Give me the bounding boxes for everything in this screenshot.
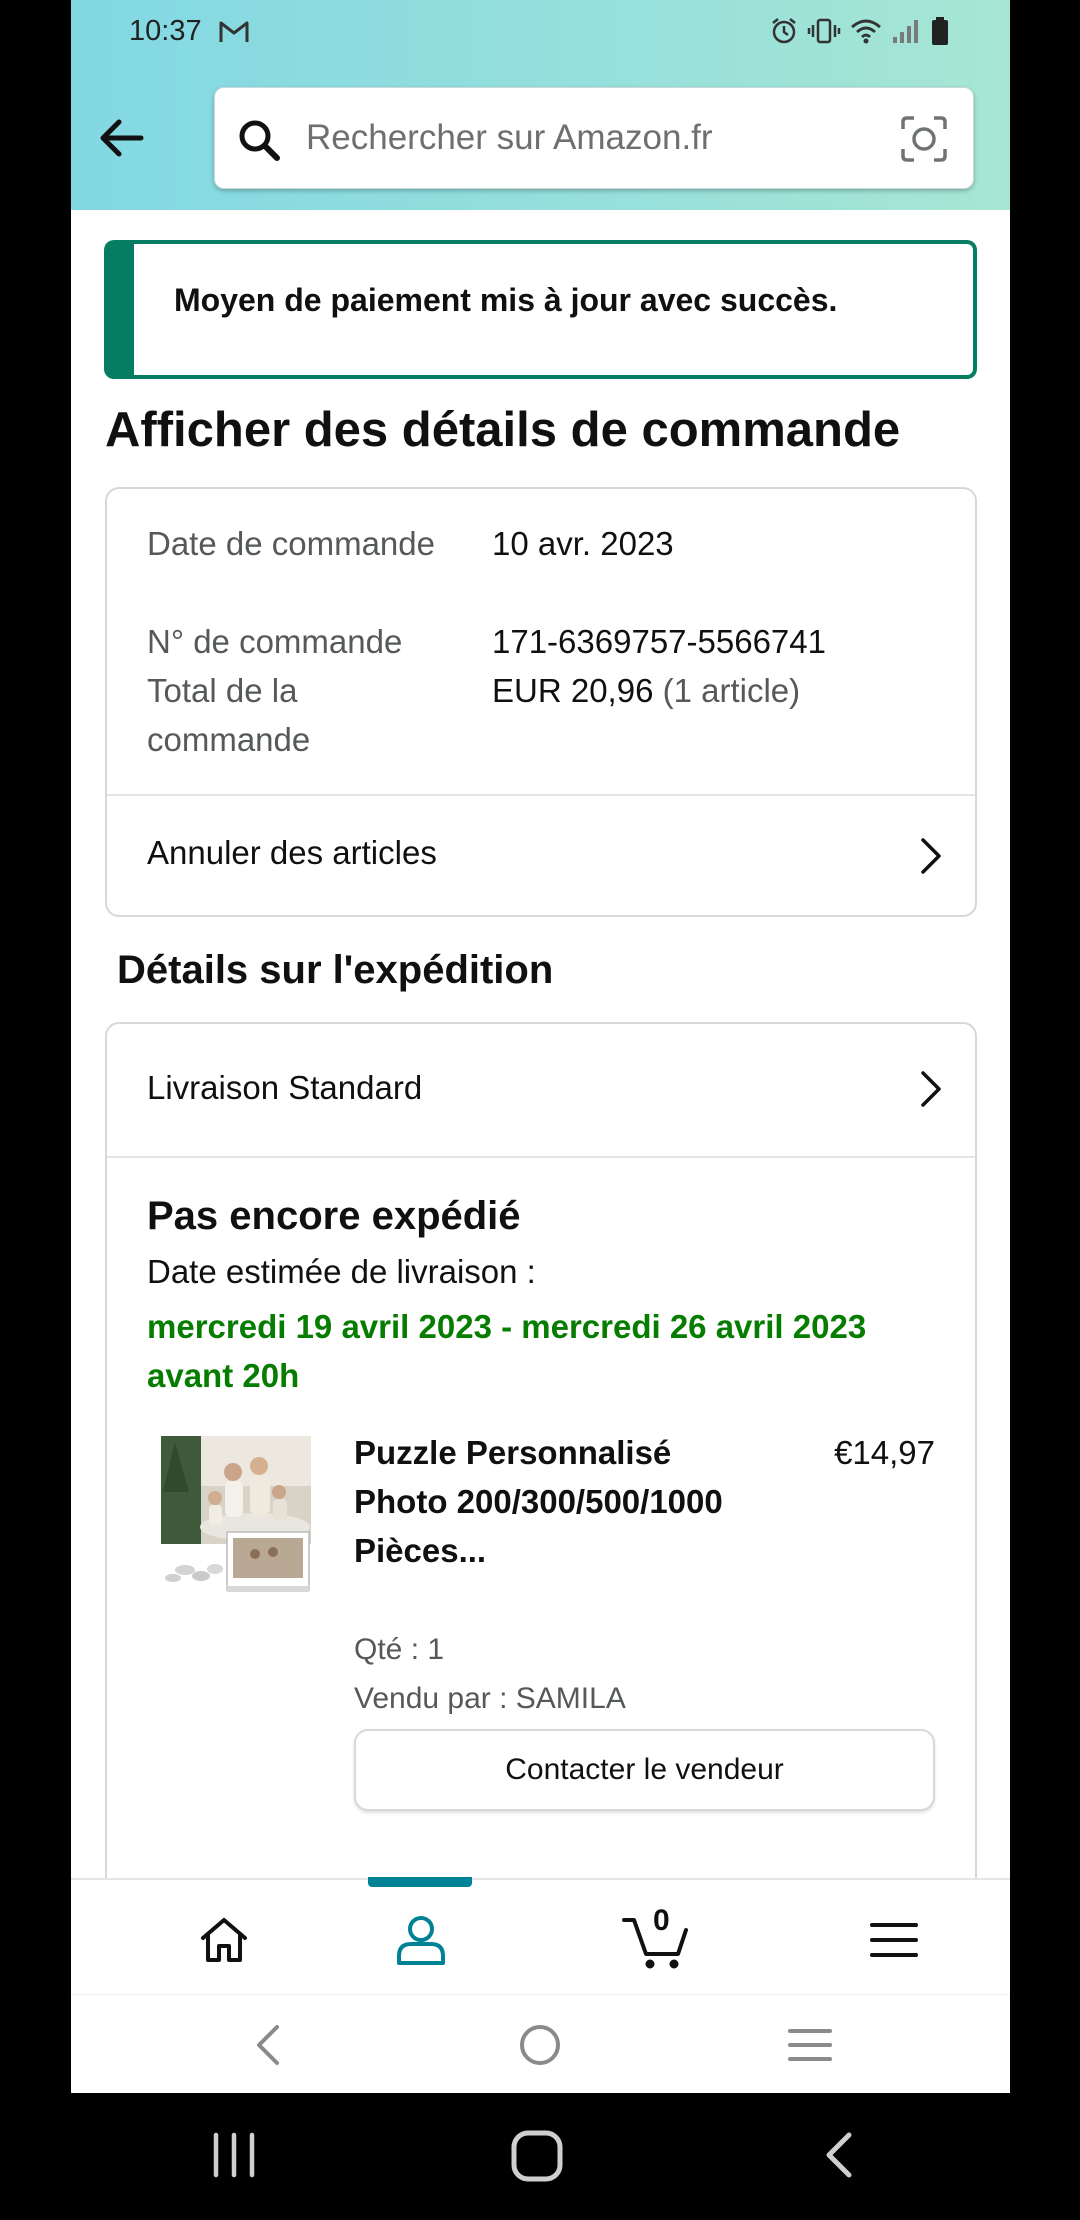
camera-icon[interactable]: [899, 114, 949, 164]
success-alert: Moyen de paiement mis à jour avec succès…: [104, 240, 977, 379]
tab-home[interactable]: [184, 1900, 264, 1980]
nav-back-icon[interactable]: [239, 2017, 299, 2073]
alert-message: Moyen de paiement mis à jour avec succès…: [174, 282, 838, 318]
bottom-tab-bar: 0: [71, 1877, 1010, 1994]
order-number-value: 171-6369757-5566741: [492, 623, 826, 660]
page-title: Afficher des détails de commande: [105, 403, 901, 457]
menu-icon: [870, 1923, 918, 1957]
signal-icon: [893, 20, 918, 43]
delivery-estimate-label: Date estimée de livraison :: [147, 1253, 536, 1290]
recents-icon[interactable]: [206, 2127, 262, 2183]
nav-recents-icon[interactable]: [780, 2017, 840, 2073]
home-icon: [201, 1918, 247, 1962]
home-button-icon[interactable]: [508, 2127, 566, 2185]
order-summary-card: Date de commande 10 avr. 2023 N° de comm…: [105, 487, 977, 917]
product-image[interactable]: [155, 1432, 315, 1602]
order-total-label: Total de la commande: [147, 672, 311, 758]
system-nav-bar: [0, 2093, 1080, 2220]
search-input[interactable]: [306, 112, 866, 164]
account-icon: [397, 1916, 445, 1965]
delivery-method-link[interactable]: Livraison Standard: [107, 1024, 975, 1156]
order-total: EUR 20,96 (1 article): [492, 666, 800, 715]
tab-menu[interactable]: [854, 1900, 934, 1980]
product-title-link[interactable]: Puzzle Personnalisé Photo 200/300/500/10…: [354, 1428, 754, 1575]
cancel-items-link[interactable]: Annuler des articles: [107, 796, 975, 917]
product-price: €14,97: [834, 1434, 935, 1471]
contact-seller-button[interactable]: Contacter le vendeur: [354, 1729, 935, 1811]
status-time: 10:37: [129, 15, 202, 47]
order-number-label: N° de commande: [147, 623, 403, 660]
back-button-icon[interactable]: [815, 2127, 865, 2183]
tab-account[interactable]: [381, 1900, 461, 1980]
wifi-icon: [851, 19, 881, 44]
order-item-count: (1 article): [662, 672, 801, 709]
search-box[interactable]: [214, 87, 974, 189]
search-icon[interactable]: [237, 118, 281, 162]
active-tab-indicator: [368, 1877, 472, 1887]
shipment-status: Pas encore expédié: [147, 1194, 521, 1238]
cart-count-badge: 0: [653, 1904, 670, 1937]
nav-home-icon[interactable]: [510, 2017, 570, 2073]
battery-icon: [932, 17, 948, 45]
delivery-method-label: Livraison Standard: [147, 1069, 423, 1106]
divider: [107, 1156, 975, 1158]
order-date-value: 10 avr. 2023: [492, 525, 674, 562]
status-bar: 10:37: [71, 0, 1010, 66]
gmail-icon: [219, 21, 249, 42]
order-total-value: EUR 20,96: [492, 672, 654, 709]
chevron-right-icon: [921, 838, 941, 874]
product-quantity: Qté : 1: [354, 1633, 445, 1666]
alarm-icon: [772, 18, 796, 44]
app-viewport: 10:37 Rechercher sur Amazon.fr Moyen de …: [71, 0, 1010, 2093]
android-nav-bar: [71, 1994, 1010, 2093]
cancel-items-label: Annuler des articles: [147, 834, 437, 871]
delivery-estimate-date: mercredi 19 avril 2023 - mercredi 26 avr…: [147, 1308, 867, 1394]
shipping-section-title: Détails sur l'expédition: [117, 948, 554, 992]
back-arrow-icon[interactable]: [95, 112, 147, 164]
tab-cart[interactable]: 0: [617, 1900, 697, 1980]
header: 10:37: [71, 0, 1010, 210]
order-date-label: Date de commande: [147, 525, 435, 562]
vibrate-icon: [807, 18, 841, 44]
status-icons: [770, 16, 950, 46]
product-seller: Vendu par : SAMILA: [354, 1682, 626, 1715]
chevron-right-icon: [921, 1071, 941, 1107]
